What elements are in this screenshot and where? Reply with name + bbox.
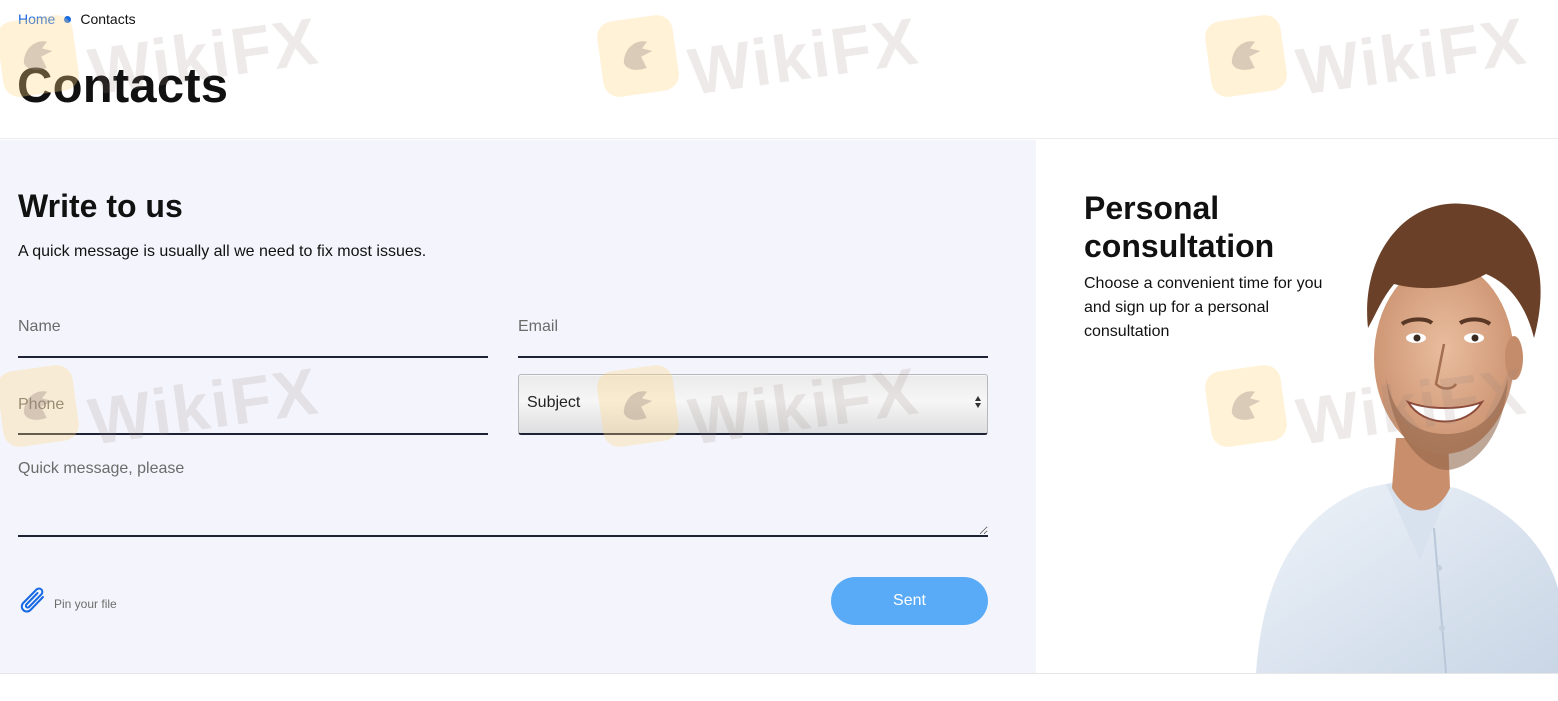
consultant-photo: [1256, 203, 1558, 673]
page-header: Home Contacts Contacts: [0, 0, 1558, 139]
email-input[interactable]: [518, 304, 988, 358]
breadcrumb-home-link[interactable]: Home: [18, 11, 55, 27]
send-button[interactable]: Sent: [831, 577, 988, 625]
subject-selected-value: Subject: [527, 394, 581, 411]
paperclip-icon: [18, 584, 48, 623]
breadcrumb-current: Contacts: [80, 11, 136, 27]
attach-file-label: Pin your file: [54, 596, 117, 611]
form-title: Write to us: [18, 188, 183, 224]
attach-file-button[interactable]: Pin your file: [18, 584, 117, 623]
name-input[interactable]: [18, 304, 488, 358]
consultation-panel: Personal consultation Choose a convenien…: [1036, 140, 1558, 673]
subject-select[interactable]: Subject: [518, 374, 988, 435]
footer-divider: [0, 673, 1558, 674]
form-subtitle: A quick message is usually all we need t…: [18, 243, 427, 260]
page-title: Contacts: [17, 59, 229, 113]
phone-input[interactable]: [18, 382, 488, 435]
breadcrumb: Home Contacts: [18, 11, 136, 27]
breadcrumb-separator: [64, 15, 72, 23]
contact-form-panel: Write to us A quick message is usually a…: [0, 140, 1036, 673]
select-arrows-icon: [975, 396, 981, 408]
message-textarea[interactable]: [18, 458, 988, 537]
